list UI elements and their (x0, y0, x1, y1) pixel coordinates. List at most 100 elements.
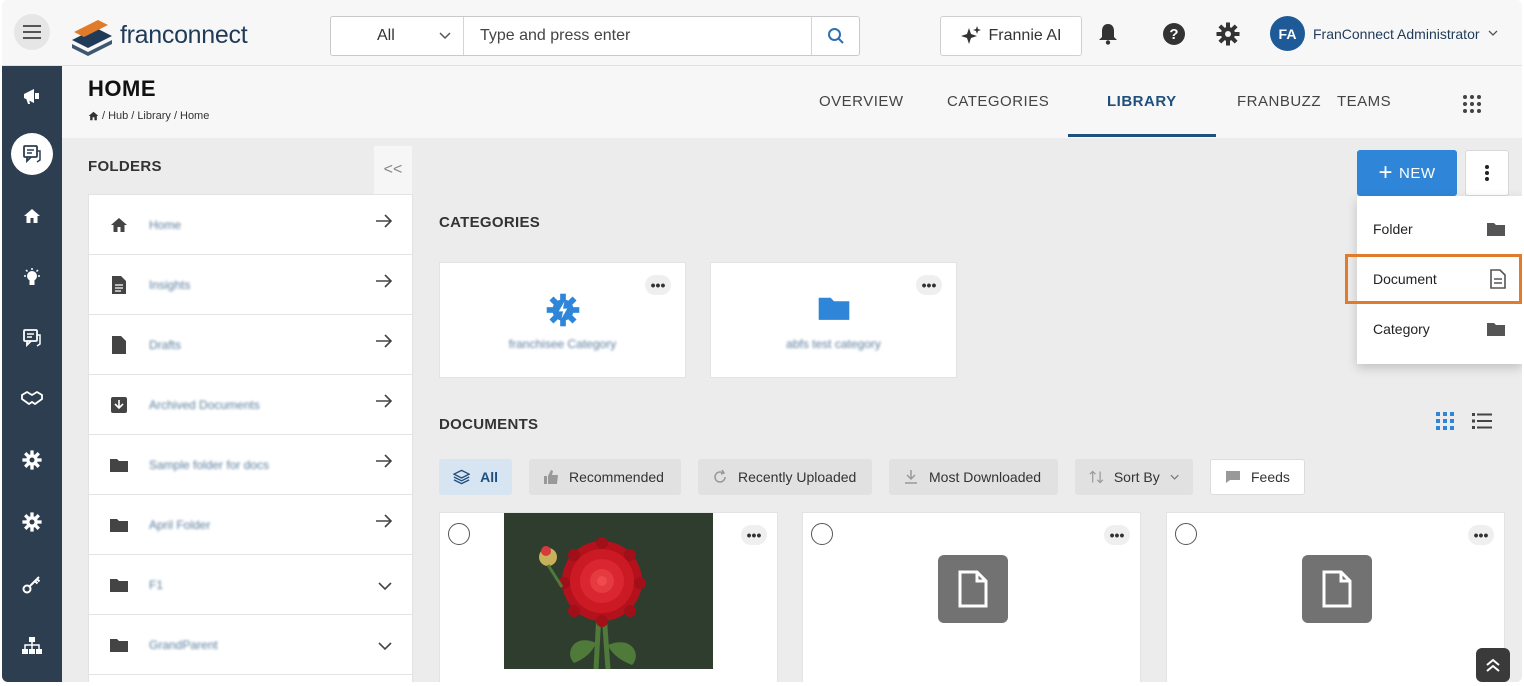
search-button[interactable] (811, 17, 859, 55)
global-search: All (330, 16, 860, 56)
user-menu[interactable]: FA FranConnect Administrator (1270, 16, 1498, 51)
folders-panel: Home Insights Drafts Archived Documents (88, 194, 413, 682)
arrow-right-icon[interactable] (375, 213, 393, 229)
filter-feeds[interactable]: Feeds (1210, 459, 1305, 495)
breadcrumb-library[interactable]: Library (137, 110, 171, 122)
menu-item-category[interactable]: Category (1357, 304, 1522, 354)
filter-label: Recently Uploaded (738, 469, 857, 485)
folder-icon (1487, 223, 1505, 236)
select-document-radio[interactable] (448, 523, 470, 545)
gear-icon (22, 450, 42, 470)
rail-item-settings[interactable] (2, 440, 62, 480)
folder-item[interactable]: Drafts (89, 315, 413, 375)
rail-item-home[interactable] (2, 196, 62, 236)
rail-item-ideas[interactable] (2, 258, 62, 298)
category-card[interactable]: ••• abfs test category (710, 262, 957, 378)
rail-item-hub[interactable] (2, 133, 62, 175)
arrow-right-icon[interactable] (375, 453, 393, 469)
frannie-ai-label: Frannie AI (988, 27, 1062, 44)
scroll-to-top-button[interactable] (1476, 648, 1510, 682)
arrow-right-icon[interactable] (375, 333, 393, 349)
new-button[interactable]: + NEW (1357, 150, 1457, 196)
breadcrumb-home: Home (180, 110, 210, 122)
tab-teams[interactable]: TEAMS (1337, 93, 1391, 110)
home-icon (111, 217, 127, 232)
dahlia-flower-image (504, 513, 713, 669)
gear-icon (22, 512, 42, 532)
select-document-radio[interactable] (811, 523, 833, 545)
arrow-right-icon[interactable] (375, 393, 393, 409)
menu-item-folder[interactable]: Folder (1357, 204, 1522, 254)
folder-icon (818, 297, 849, 320)
folder-item[interactable]: Insights (89, 255, 413, 315)
sort-icon (1089, 470, 1104, 484)
chevron-down-icon[interactable] (377, 641, 393, 651)
folder-name: Sample folder for docs (149, 457, 270, 472)
document-icon (1490, 269, 1506, 289)
rail-item-forums[interactable] (2, 318, 62, 358)
home-icon[interactable] (88, 111, 99, 121)
rail-item-admin[interactable] (2, 502, 62, 542)
folder-icon (110, 518, 128, 532)
folders-heading: FOLDERS (88, 158, 162, 175)
grid-view-icon[interactable] (1436, 412, 1454, 430)
arrow-right-icon[interactable] (375, 273, 393, 289)
tab-overview[interactable]: OVERVIEW (819, 93, 904, 110)
help-button[interactable]: ? (1160, 20, 1188, 48)
org-chart-icon (22, 637, 42, 654)
folder-name: F1 (149, 577, 164, 592)
more-options-button[interactable]: ••• (1468, 525, 1494, 545)
notifications-button[interactable] (1094, 20, 1122, 48)
menu-toggle-button[interactable] (14, 14, 50, 50)
chevron-down-icon[interactable] (377, 581, 393, 591)
more-options-button[interactable]: ••• (916, 275, 942, 295)
download-icon (905, 470, 917, 484)
tab-franbuzz[interactable]: FRANBUZZ (1237, 93, 1321, 110)
search-scope-select[interactable]: All (331, 17, 464, 55)
folder-icon (110, 458, 128, 472)
rail-item-access[interactable] (2, 564, 62, 604)
document-card[interactable]: ••• (1166, 512, 1505, 682)
search-input[interactable] (464, 17, 811, 55)
tab-categories[interactable]: CATEGORIES (947, 93, 1049, 110)
menu-item-document[interactable]: Document (1345, 254, 1522, 304)
filter-label: Sort By (1113, 469, 1160, 485)
rail-active-indicator (11, 133, 53, 175)
filter-all[interactable]: All (439, 459, 512, 495)
folder-item[interactable]: Archived Documents (89, 375, 413, 435)
filter-recommended[interactable]: Recommended (529, 459, 681, 495)
new-dropdown-menu: Folder Document Category (1345, 196, 1522, 364)
folder-item[interactable]: F1 (89, 555, 413, 615)
arrow-right-icon[interactable] (375, 513, 393, 529)
filter-recently-uploaded[interactable]: Recently Uploaded (698, 459, 872, 495)
sort-by-select[interactable]: Sort By (1075, 459, 1193, 495)
more-options-button[interactable]: ••• (1104, 525, 1130, 545)
more-actions-button[interactable] (1465, 150, 1509, 196)
breadcrumb-hub[interactable]: Hub (108, 110, 128, 122)
brand-logo[interactable]: franconnect (68, 14, 248, 56)
list-view-icon[interactable] (1472, 412, 1492, 430)
more-options-button[interactable]: ••• (645, 275, 671, 295)
document-card[interactable]: ••• (802, 512, 1141, 682)
rail-item-announcements[interactable] (2, 76, 62, 116)
folder-item[interactable]: April Folder (89, 495, 413, 555)
filter-most-downloaded[interactable]: Most Downloaded (889, 459, 1058, 495)
document-card[interactable]: ••• (439, 512, 778, 682)
more-options-button[interactable]: ••• (741, 525, 767, 545)
category-card[interactable]: ••• franchisee Category (439, 262, 686, 378)
settings-button[interactable] (1214, 20, 1242, 48)
app-window: franconnect All Frannie AI ? FA (2, 0, 1522, 682)
folder-item[interactable]: Sample folder for docs (89, 435, 413, 495)
rail-item-partners[interactable] (2, 378, 62, 418)
rail-item-org[interactable] (2, 626, 62, 666)
tab-library[interactable]: LIBRARY (1107, 93, 1177, 110)
collapse-folders-button[interactable]: << (374, 146, 412, 194)
brand-name: franconnect (120, 20, 248, 49)
folder-icon (1487, 323, 1505, 336)
folder-item[interactable]: Home (89, 195, 413, 255)
folder-item[interactable]: GrandParent (89, 615, 413, 675)
apps-button[interactable] (1462, 94, 1482, 119)
archive-icon (111, 396, 127, 413)
frannie-ai-button[interactable]: Frannie AI (940, 16, 1082, 56)
select-document-radio[interactable] (1175, 523, 1197, 545)
